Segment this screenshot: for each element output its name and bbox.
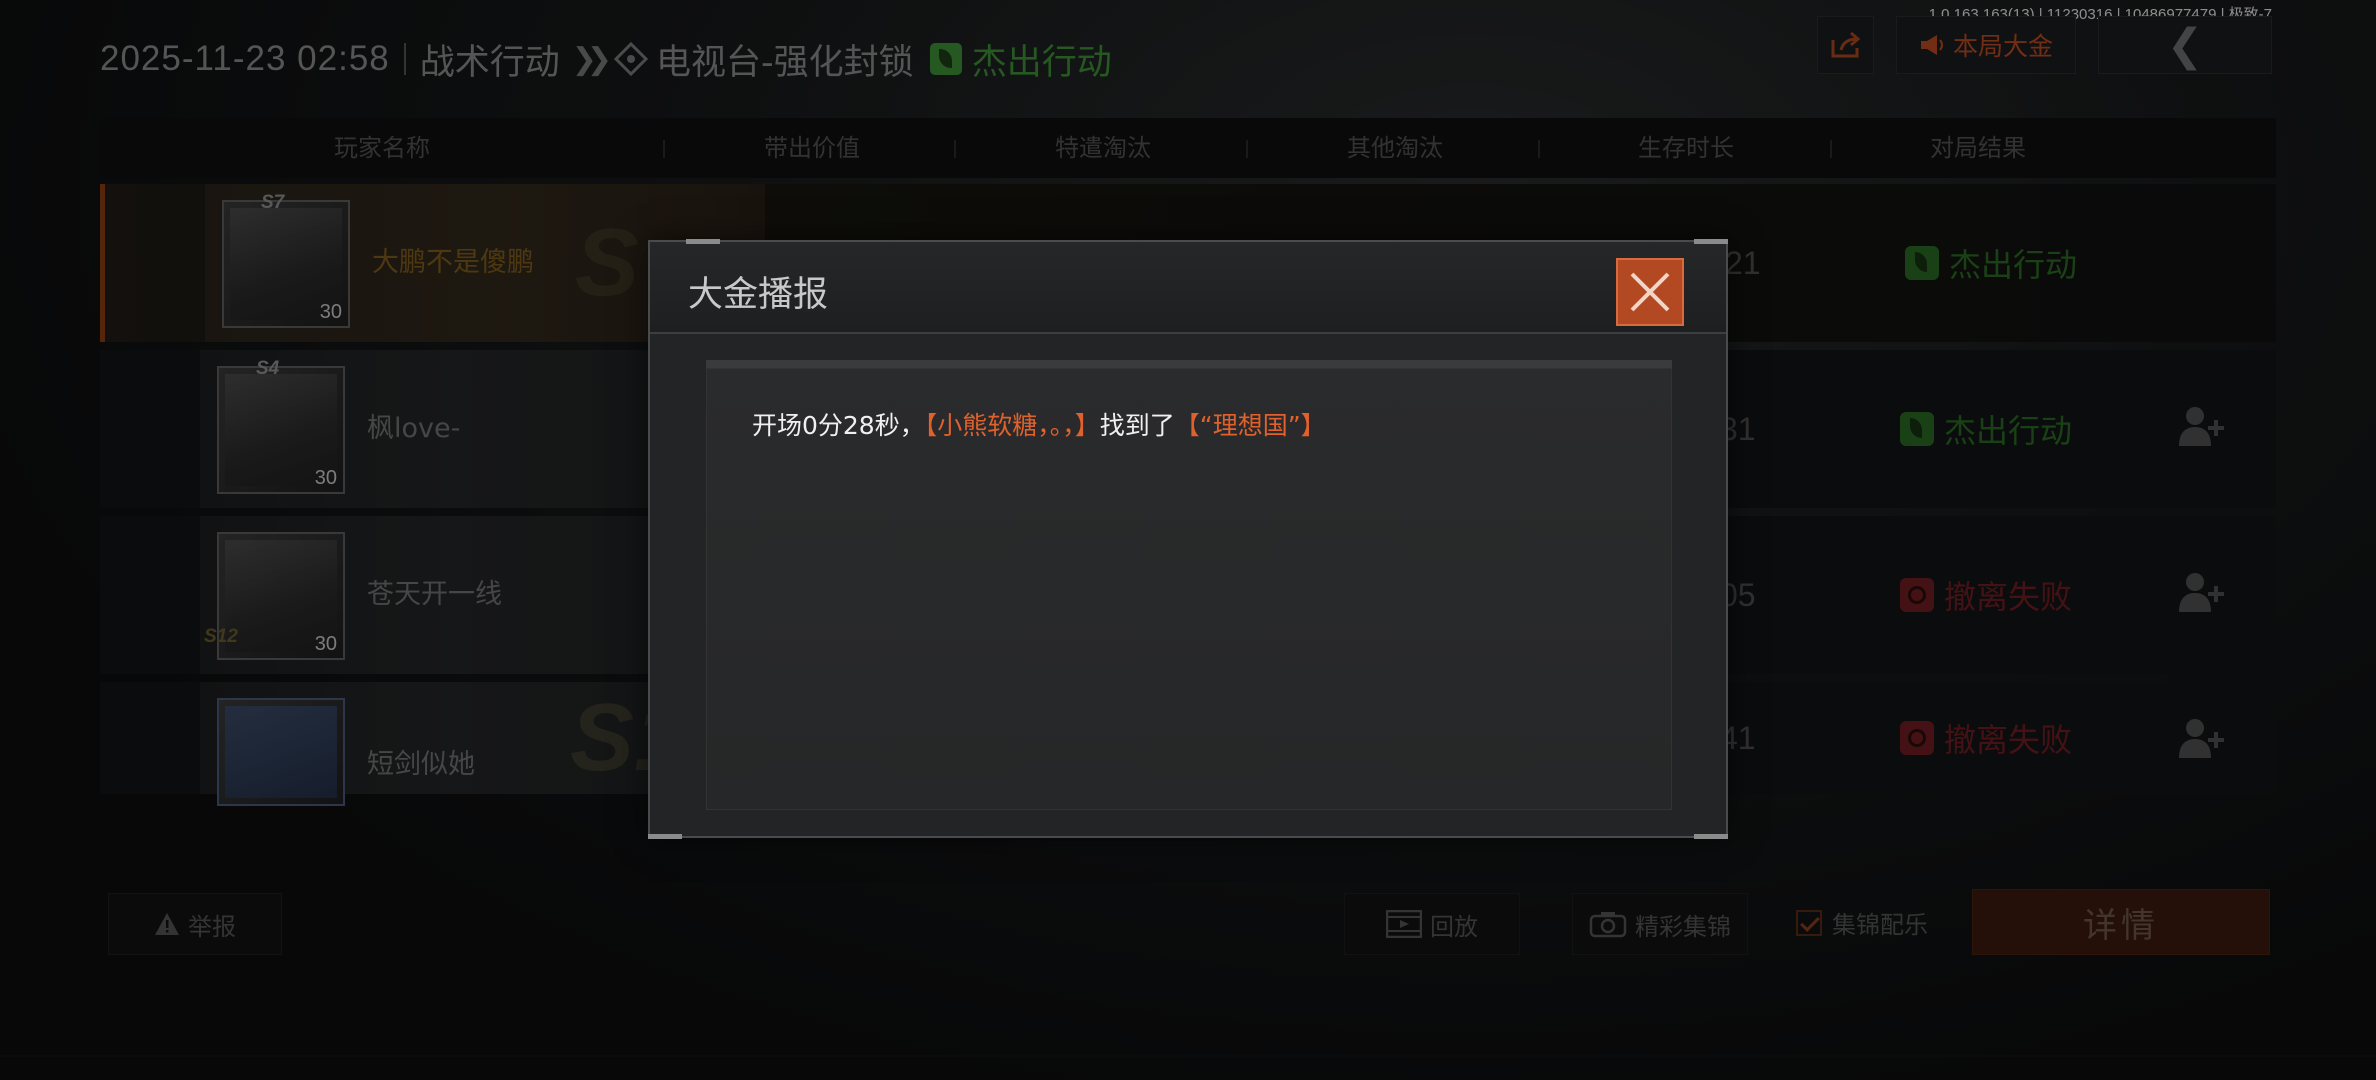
message-time: 开场0分28秒， xyxy=(752,411,925,440)
bounty-broadcast-dialog: 大金播报 开场0分28秒，【小熊软糖，。，】找到了【“理想国”】 xyxy=(648,239,1728,839)
corner-accent xyxy=(1694,834,1728,839)
close-button[interactable] xyxy=(1616,258,1684,326)
message-verb: 找到了 xyxy=(1099,411,1175,440)
corner-accent xyxy=(1694,239,1728,244)
broadcast-list: 开场0分28秒，【小熊软糖，。，】找到了【“理想国”】 xyxy=(706,360,1672,810)
corner-accent xyxy=(686,239,720,244)
message-player: 【小熊软糖，。，】 xyxy=(924,411,1100,440)
message-item: 【“理想国”】 xyxy=(1174,411,1326,440)
match-result-screen: 1.0.163.163(13) | 11230316 | 10486977479… xyxy=(0,0,2376,1080)
dialog-header: 大金播报 xyxy=(650,242,1726,334)
dialog-title: 大金播报 xyxy=(688,275,829,315)
corner-accent xyxy=(648,834,682,839)
broadcast-message: 开场0分28秒，【小熊软糖，。，】找到了【“理想国”】 xyxy=(752,406,1326,442)
close-icon xyxy=(1630,272,1670,312)
